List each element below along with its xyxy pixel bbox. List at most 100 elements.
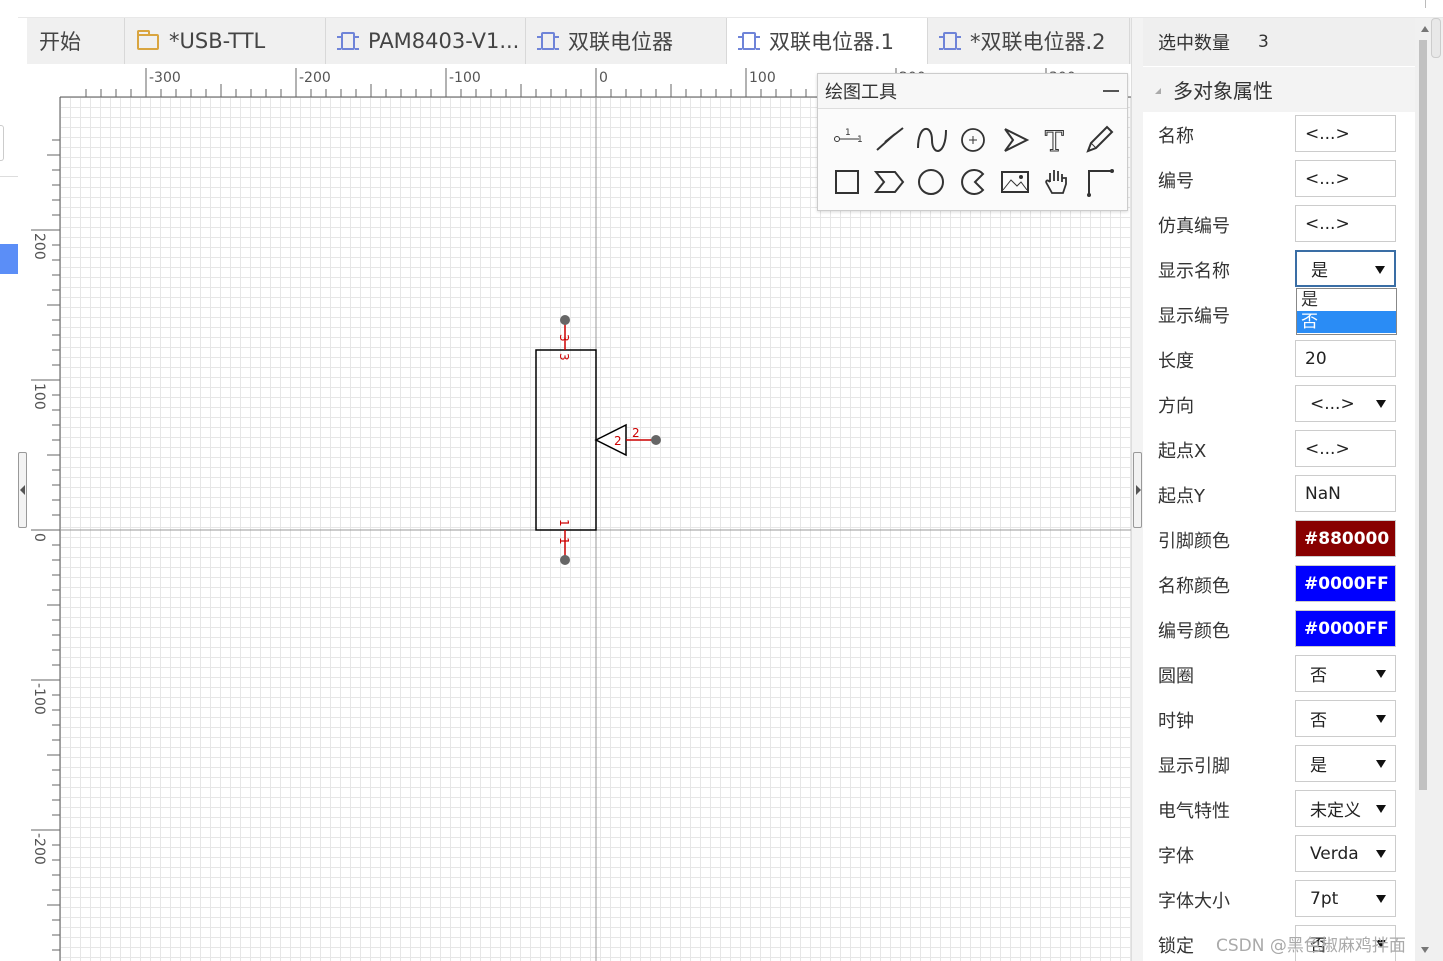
- right-collapse-icon[interactable]: [1133, 452, 1142, 528]
- tab-4[interactable]: 双联电位器.1: [727, 18, 928, 64]
- property-input[interactable]: NaN: [1295, 475, 1396, 512]
- property-select[interactable]: 是: [1295, 745, 1396, 782]
- left-ruler-label: 100: [31, 383, 47, 410]
- tab-0[interactable]: 开始: [27, 18, 125, 64]
- tab-2[interactable]: PAM8403-V1...: [326, 18, 526, 64]
- property-color-field[interactable]: #0000FF: [1295, 565, 1396, 602]
- property-label: 方向: [1158, 396, 1194, 417]
- scroll-down-icon[interactable]: [1421, 947, 1429, 953]
- sidebar-selected-item[interactable]: [0, 244, 18, 274]
- sine-curve-icon[interactable]: [910, 119, 952, 161]
- svg-text:1: 1: [845, 128, 851, 138]
- property-row: 字体大小 7pt: [1143, 877, 1415, 922]
- arc-icon[interactable]: [952, 161, 994, 203]
- drawing-tools-title: 绘图工具: [818, 74, 1127, 109]
- show-name-dropdown-list[interactable]: 是否: [1296, 288, 1397, 335]
- property-input[interactable]: <...>: [1295, 160, 1396, 197]
- pin-name-label: 3: [557, 353, 571, 361]
- corner-line-icon[interactable]: [1078, 161, 1120, 203]
- property-label: 时钟: [1158, 711, 1194, 732]
- tool-grid: 11 T: [826, 119, 1120, 203]
- property-group-header[interactable]: 多对象属性: [1143, 66, 1415, 112]
- pin-3-endpoint: [560, 315, 570, 325]
- tab-label: 双联电位器.1: [769, 30, 895, 54]
- top-ruler-label: 0: [599, 70, 608, 86]
- property-select[interactable]: 7pt: [1295, 880, 1396, 917]
- tab-label: PAM8403-V1...: [368, 29, 520, 53]
- hand-pan-icon[interactable]: [1036, 161, 1078, 203]
- property-input[interactable]: <...>: [1295, 430, 1396, 467]
- property-row: 编号 <...>: [1143, 157, 1415, 202]
- scroll-thumb[interactable]: [1419, 40, 1427, 790]
- image-icon[interactable]: [994, 161, 1036, 203]
- property-row: 圆圈 否: [1143, 652, 1415, 697]
- property-select[interactable]: 否: [1295, 655, 1396, 692]
- watermark: CSDN @黑色椒麻鸡拌面: [1216, 936, 1406, 956]
- property-select[interactable]: 否: [1295, 700, 1396, 737]
- wire-zigzag-icon[interactable]: [868, 119, 910, 161]
- property-input[interactable]: <...>: [1295, 115, 1396, 152]
- property-label: 锁定: [1158, 936, 1194, 957]
- property-row: 编号颜色 #0000FF: [1143, 607, 1415, 652]
- property-color-field[interactable]: #880000: [1295, 520, 1396, 557]
- left-ruler: [27, 64, 60, 961]
- property-input[interactable]: 20: [1295, 340, 1396, 377]
- pin-2-endpoint: [651, 435, 661, 445]
- property-label: 编号颜色: [1158, 621, 1230, 642]
- pentagon-arrow-icon[interactable]: [868, 161, 910, 203]
- selection-count-value: 3: [1258, 32, 1269, 52]
- property-select[interactable]: 是: [1295, 250, 1396, 287]
- sidebar-handle[interactable]: [0, 125, 4, 161]
- property-row: 字体 Verda: [1143, 832, 1415, 877]
- chip-icon: [337, 32, 359, 50]
- property-row: 名称颜色 #0000FF: [1143, 562, 1415, 607]
- chevron-arrow-icon[interactable]: [994, 119, 1036, 161]
- tab-1[interactable]: *USB-TTL: [125, 18, 326, 64]
- rectangle-icon[interactable]: [826, 161, 868, 203]
- dropdown-option[interactable]: 否: [1297, 311, 1396, 333]
- circle-icon[interactable]: [910, 161, 952, 203]
- top-ruler-label: -100: [449, 70, 481, 86]
- dropdown-option[interactable]: 是: [1297, 289, 1396, 311]
- left-ruler-label: 200: [31, 233, 47, 260]
- tab-label: 双联电位器: [568, 30, 673, 54]
- property-input[interactable]: <...>: [1295, 205, 1396, 242]
- property-row: 起点Y NaN: [1143, 472, 1415, 517]
- property-select[interactable]: Verda: [1295, 835, 1396, 872]
- chip-icon: [939, 32, 961, 50]
- pin-1-endpoint: [560, 555, 570, 565]
- tab-3[interactable]: 双联电位器: [526, 18, 727, 64]
- svg-text:1: 1: [857, 135, 863, 145]
- drawing-tools-panel: 绘图工具 11 T: [817, 73, 1128, 211]
- property-row: 长度 20: [1143, 337, 1415, 382]
- selection-count-row: 选中数量 3: [1143, 18, 1415, 66]
- pin-number-label: 1: [557, 519, 571, 527]
- folder-icon: [137, 30, 159, 50]
- collapse-triangle-icon[interactable]: [1155, 87, 1161, 94]
- left-ruler-label: 0: [31, 533, 47, 542]
- property-select[interactable]: 未定义: [1295, 790, 1396, 827]
- left-sidebar-strip: [0, 0, 18, 961]
- property-label: 电气特性: [1158, 801, 1230, 822]
- pin-tool-icon[interactable]: 11: [826, 119, 868, 161]
- text-tool-icon[interactable]: T: [1036, 119, 1078, 161]
- left-collapse-icon[interactable]: [18, 452, 27, 528]
- vertical-scrollbar[interactable]: [1415, 18, 1443, 961]
- svg-text:T: T: [1045, 125, 1064, 156]
- property-color-field[interactable]: #0000FF: [1295, 610, 1396, 647]
- property-label: 引脚颜色: [1158, 531, 1230, 552]
- minimize-icon[interactable]: [1103, 90, 1119, 92]
- property-select[interactable]: <...>: [1295, 385, 1396, 422]
- pencil-icon[interactable]: [1078, 119, 1120, 161]
- scroll-indicator[interactable]: [1431, 18, 1441, 58]
- property-label: 名称颜色: [1158, 576, 1230, 597]
- circle-plus-icon[interactable]: [952, 119, 994, 161]
- property-row: 电气特性 未定义: [1143, 787, 1415, 832]
- property-label: 长度: [1158, 351, 1194, 372]
- property-label: 名称: [1158, 126, 1194, 147]
- property-group-title: 多对象属性: [1173, 79, 1273, 103]
- scroll-up-icon[interactable]: [1421, 26, 1429, 32]
- tab-5[interactable]: *双联电位器.2: [928, 18, 1130, 64]
- pin-number-label: 2: [632, 426, 640, 440]
- pin-number-label: 3: [557, 334, 571, 342]
